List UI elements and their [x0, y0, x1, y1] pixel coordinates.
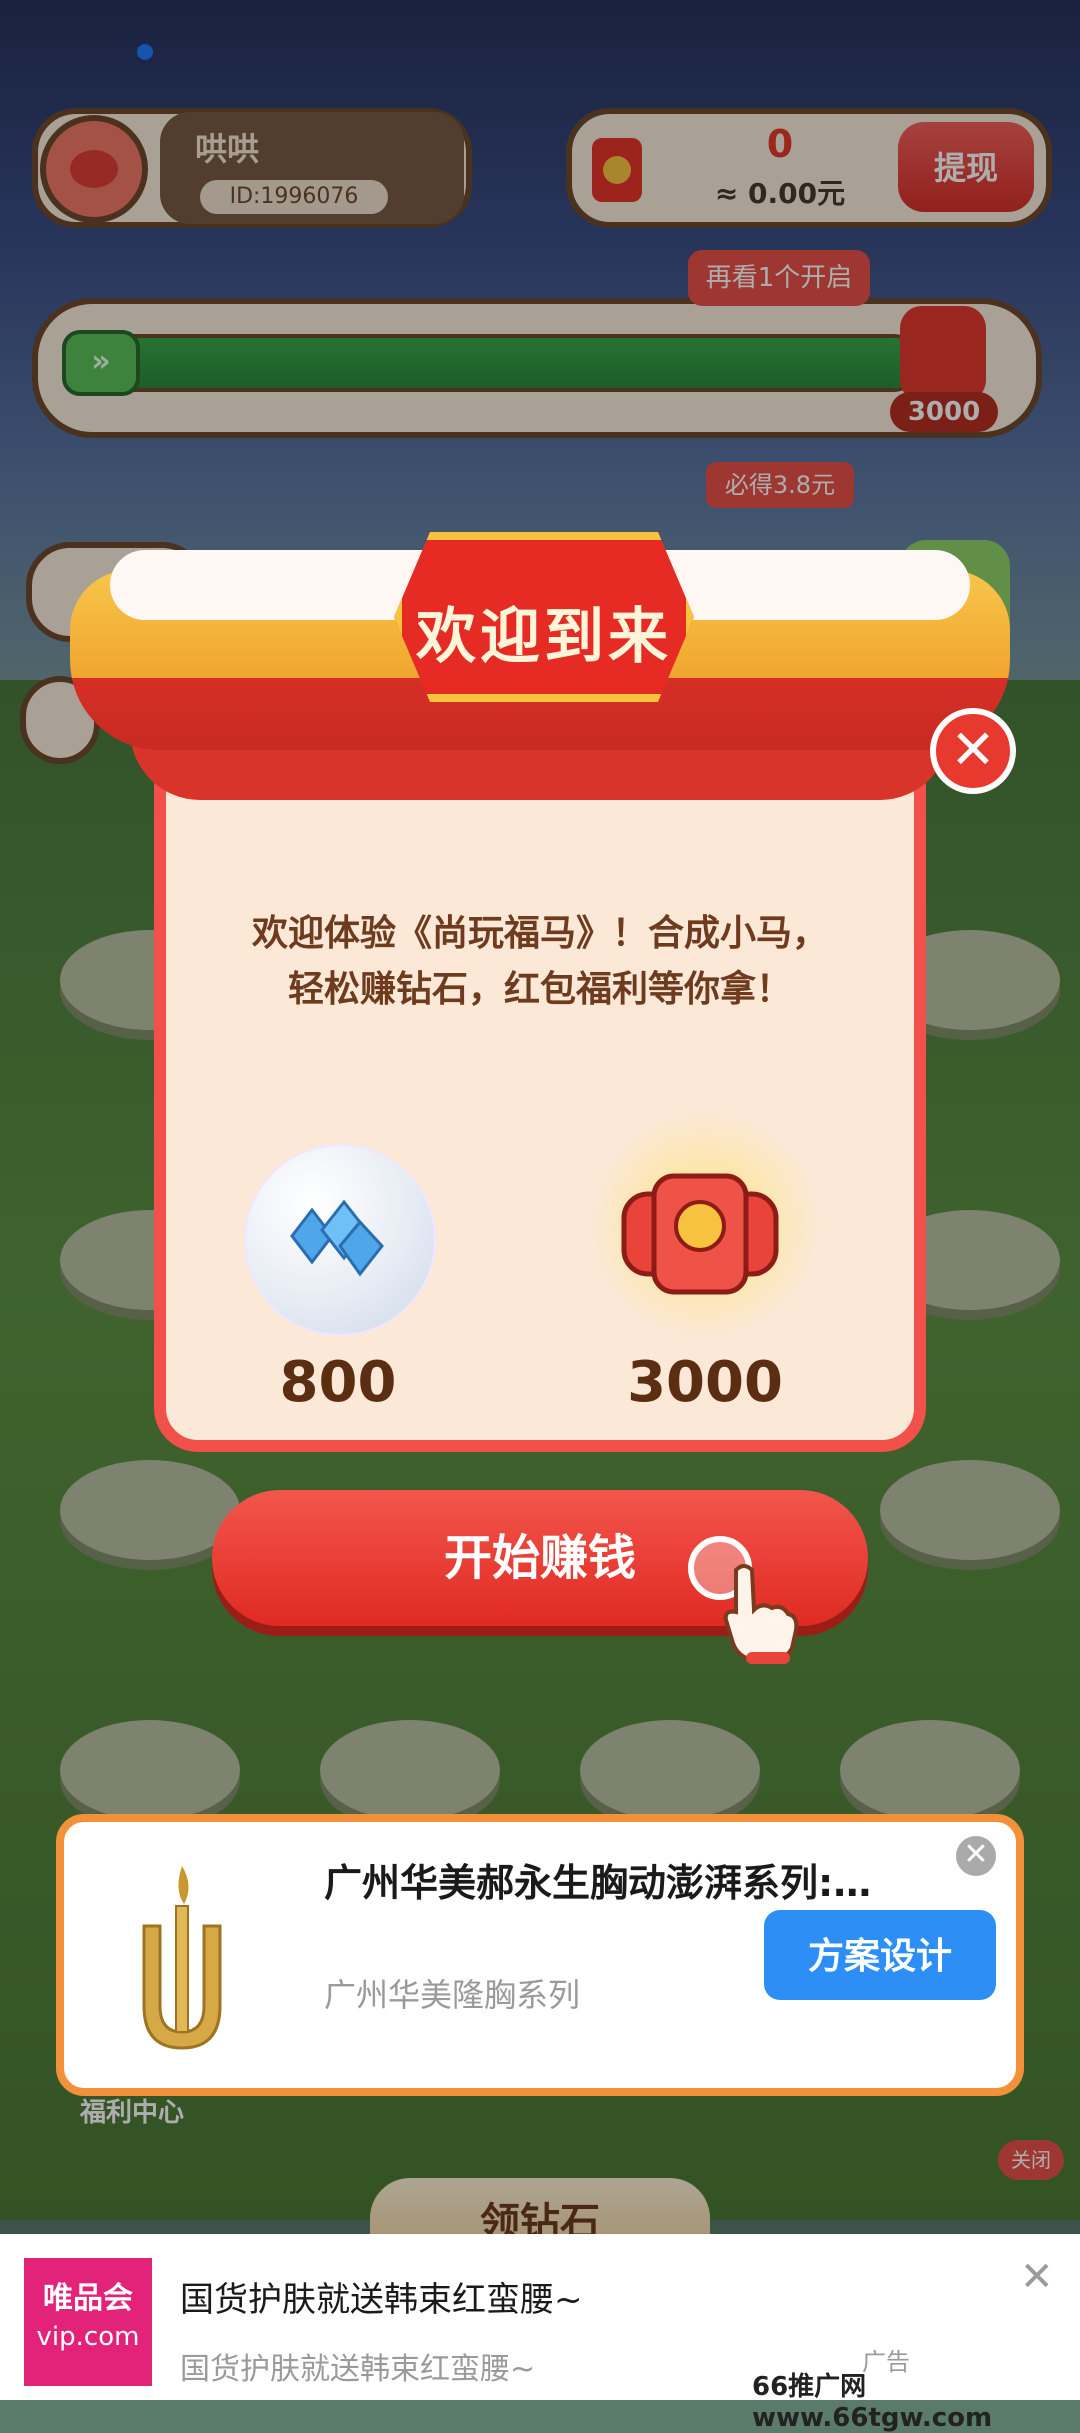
red-packet-icon	[621, 1173, 779, 1295]
vip-logo: 唯品会 vip.com	[24, 2258, 152, 2386]
welcome-message: 欢迎体验《尚玩福马》！合成小马，轻松赚钻石，红包福利等你拿！	[251, 913, 828, 1010]
vip-logo-text: 唯品会	[43, 2281, 133, 2316]
modal-title: 欢迎到来	[416, 602, 672, 672]
ad-close-icon[interactable]: ✕	[956, 1836, 996, 1876]
ad-cta-button[interactable]: 方案设计	[764, 1910, 996, 2000]
banner-subtitle: 国货护肤就送韩束红蛮腰~	[180, 2352, 536, 2387]
ad-subtitle: 广州华美隆胸系列	[324, 1976, 581, 2014]
reward-red-packet-value: 3000	[627, 1350, 783, 1415]
close-icon[interactable]: ✕	[930, 708, 1016, 794]
diamond-icon	[290, 1199, 384, 1277]
vip-logo-sub: vip.com	[36, 2322, 140, 2352]
banner-title[interactable]: 国货护肤就送韩束红蛮腰~	[180, 2272, 583, 2321]
pointing-hand-icon	[723, 1564, 799, 1664]
brand-logo-icon	[142, 1866, 222, 2050]
banner-close-icon[interactable]: ✕	[1020, 2254, 1054, 2300]
reward-diamond-value: 800	[279, 1350, 397, 1415]
ad-title[interactable]: 广州华美郝永生胸动澎湃系列:…	[324, 1852, 924, 1907]
welcome-modal	[154, 700, 926, 1452]
